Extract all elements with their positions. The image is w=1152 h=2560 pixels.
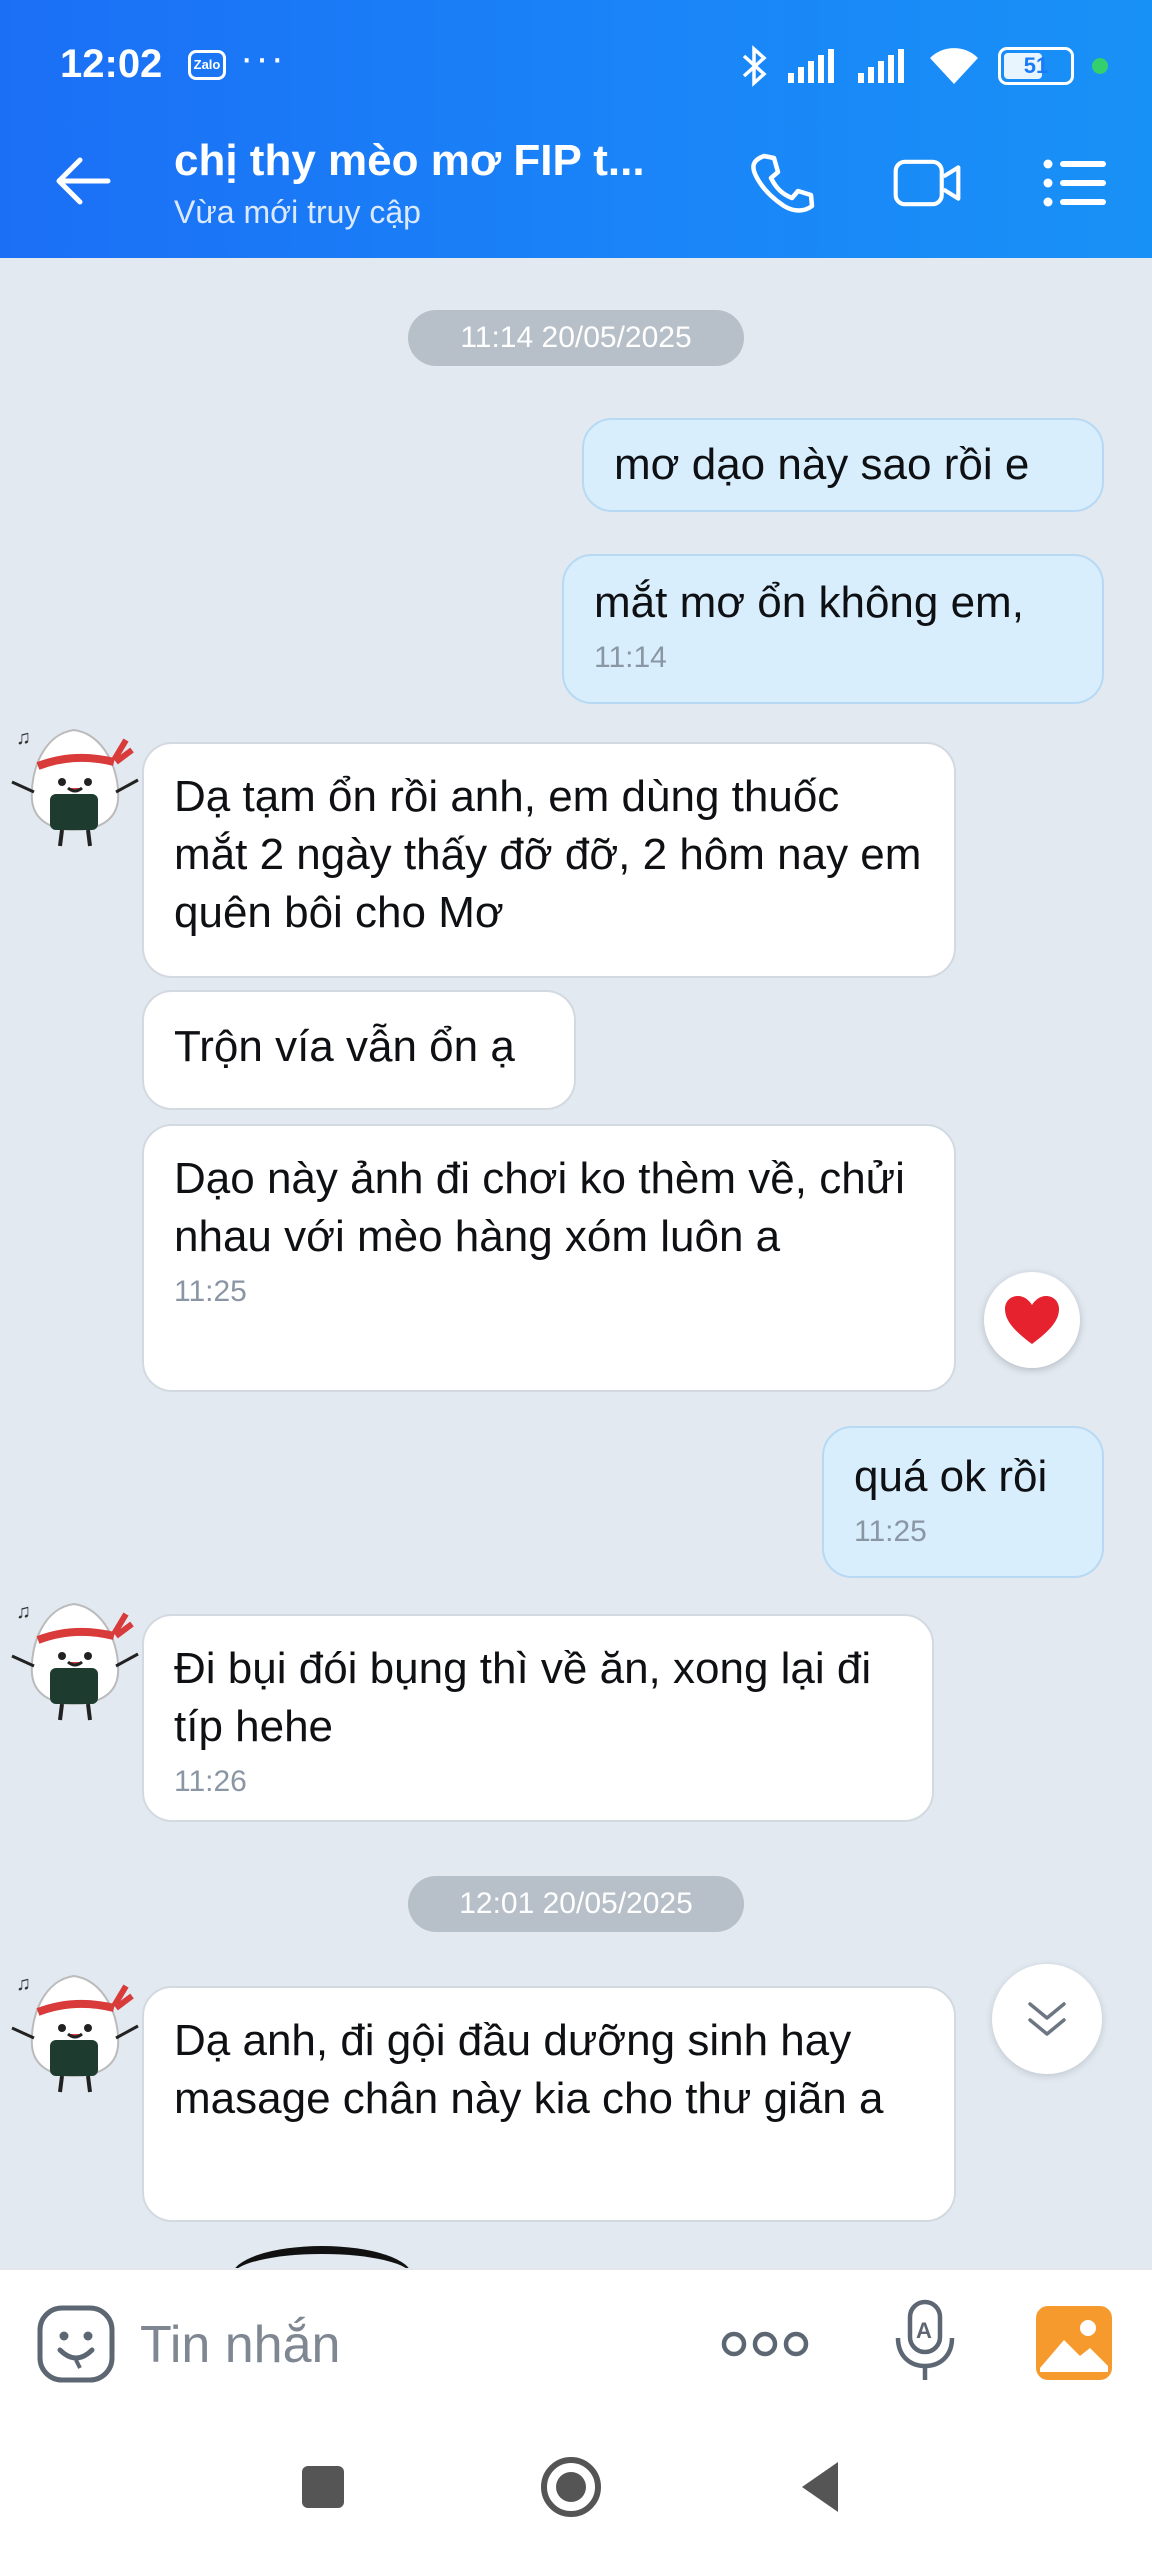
voice-mic-icon[interactable]: A <box>892 2298 958 2384</box>
svg-text:♫: ♫ <box>16 727 31 749</box>
video-camera-icon[interactable] <box>892 150 962 216</box>
bluetooth-icon <box>742 45 767 87</box>
heart-reaction-icon[interactable] <box>984 1272 1080 1368</box>
charging-dot <box>1092 58 1108 74</box>
message-time: 11:25 <box>854 1515 927 1548</box>
svg-text:♫: ♫ <box>16 1601 31 1623</box>
message-text: mơ dạo này sao rồi e <box>614 440 1030 489</box>
status-icons: 51 <box>740 44 1108 88</box>
partial-image-message[interactable] <box>232 2246 412 2268</box>
date-separator: 11:14 20/05/2025 <box>408 310 744 366</box>
contact-name[interactable]: chị thy mèo mơ FIP t... <box>174 136 645 186</box>
home-button[interactable] <box>536 2452 606 2522</box>
contact-avatar[interactable]: ♫ <box>4 1584 154 1734</box>
scroll-to-bottom-button[interactable] <box>992 1964 1102 2074</box>
back-arrow-icon[interactable] <box>52 150 114 212</box>
svg-text:A: A <box>916 2318 932 2343</box>
battery-icon: 51 <box>998 47 1074 85</box>
message-outgoing[interactable]: mơ dạo này sao rồi e <box>582 418 1104 512</box>
emoji-icon[interactable] <box>36 2304 116 2384</box>
status-bar: 12:02 Zalo ··· 51 <box>0 0 1152 132</box>
status-time: 12:02 <box>60 42 163 86</box>
signal-icon <box>788 49 834 83</box>
message-composer: A <box>0 2268 1152 2416</box>
message-outgoing[interactable]: mắt mơ ổn không em, 11:14 <box>562 554 1104 704</box>
message-text: mắt mơ ổn không em, <box>594 578 1024 627</box>
svg-text:♫: ♫ <box>16 1973 31 1995</box>
message-text: Đi bụi đói bụng thì về ăn, xong lại đi t… <box>174 1644 872 1751</box>
message-outgoing[interactable]: quá ok rồi 11:25 <box>822 1426 1104 1578</box>
list-menu-icon[interactable] <box>1040 150 1110 216</box>
contact-avatar[interactable]: ♫ <box>4 710 154 860</box>
message-incoming[interactable]: Dạ anh, đi gội đầu dưỡng sinh hay masage… <box>142 1986 956 2222</box>
message-incoming[interactable]: Đi bụi đói bụng thì về ăn, xong lại đi t… <box>142 1614 934 1822</box>
system-navigation-bar <box>0 2416 1152 2560</box>
chevron-double-down-icon <box>1028 2002 1066 2036</box>
message-text: Trộn vía vẫn ổn ạ <box>174 1022 515 1071</box>
image-gallery-icon[interactable] <box>1034 2304 1114 2382</box>
zalo-notification-icon: Zalo <box>188 50 226 80</box>
chat-header: 12:02 Zalo ··· 51 chị thy mèo mơ FIP t..… <box>0 0 1152 258</box>
contact-avatar[interactable]: ♫ <box>4 1956 154 2106</box>
message-time: 11:14 <box>594 641 667 674</box>
message-text: Dạo này ảnh đi chơi ko thèm về, chửi nha… <box>174 1154 905 1261</box>
recents-button[interactable] <box>288 2452 358 2522</box>
message-incoming[interactable]: Dạ tạm ổn rồi anh, em dùng thuốc mắt 2 n… <box>142 742 956 978</box>
date-separator: 12:01 20/05/2025 <box>408 1876 744 1932</box>
message-text: Dạ tạm ổn rồi anh, em dùng thuốc mắt 2 n… <box>174 772 922 937</box>
message-time: 11:26 <box>174 1765 247 1798</box>
message-incoming[interactable]: Trộn vía vẫn ổn ạ <box>142 990 576 1110</box>
back-button[interactable] <box>786 2452 856 2522</box>
message-input[interactable] <box>140 2310 680 2380</box>
more-dots-icon[interactable] <box>720 2316 810 2372</box>
more-notifications-indicator: ··· <box>240 36 286 80</box>
message-text: Dạ anh, đi gội đầu dưỡng sinh hay masage… <box>174 2016 884 2123</box>
message-incoming[interactable]: Dạo này ảnh đi chơi ko thèm về, chửi nha… <box>142 1124 956 1392</box>
wifi-icon <box>930 48 978 84</box>
message-text: quá ok rồi <box>854 1452 1048 1501</box>
phone-icon[interactable] <box>748 150 818 216</box>
battery-level: 51 <box>1023 53 1049 78</box>
last-seen-status: Vừa mới truy cập <box>174 194 421 230</box>
message-time: 11:25 <box>174 1275 247 1308</box>
chat-thread[interactable]: 11:14 20/05/2025 mơ dạo này sao rồi e mắ… <box>0 258 1152 2268</box>
signal-icon-2 <box>858 49 904 83</box>
